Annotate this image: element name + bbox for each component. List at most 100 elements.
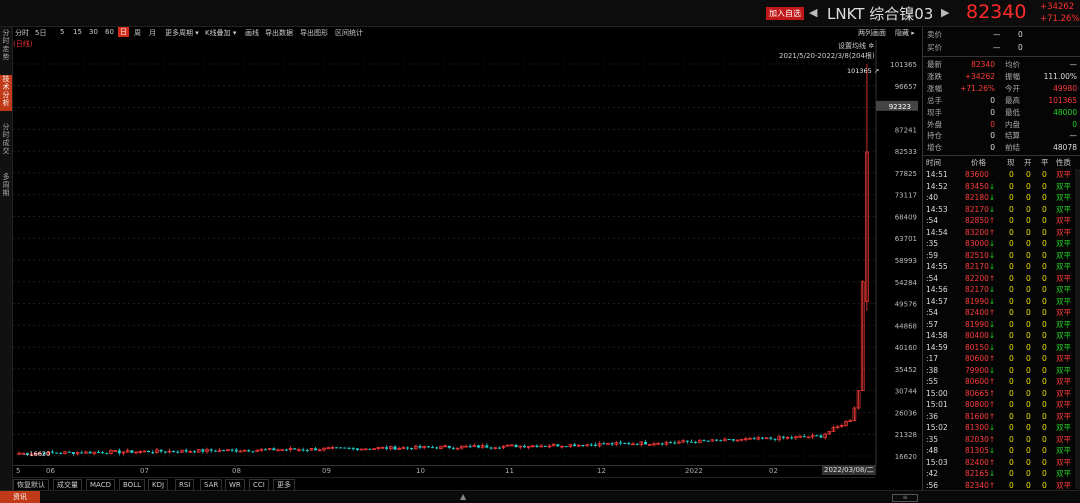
candle[interactable] [101,452,105,454]
candle[interactable] [163,451,167,453]
period-15min[interactable]: 15 [73,28,82,36]
candle[interactable] [201,449,205,452]
candle[interactable] [644,441,648,445]
candle[interactable] [343,447,347,449]
candle[interactable] [447,445,451,448]
candle[interactable] [213,450,217,452]
next-symbol-icon[interactable]: ▶ [941,6,949,19]
kline-chart-area[interactable]: 1013659665791949872418253377825731176840… [13,40,921,480]
candle[interactable] [209,449,213,451]
candle[interactable] [669,442,673,444]
candle[interactable] [251,451,255,453]
two-column-button[interactable]: 两列画面 [858,28,886,38]
candle[interactable] [151,452,155,454]
candle[interactable] [130,450,134,453]
period-5min[interactable]: 5 [60,28,64,36]
candle[interactable] [819,435,823,438]
candle[interactable] [627,443,631,445]
candle[interactable] [51,451,54,453]
candle[interactable] [426,446,430,448]
candle[interactable] [451,447,455,449]
candle[interactable] [431,447,435,449]
ticks-scrollbar[interactable] [1075,169,1080,489]
candle[interactable] [581,445,585,447]
kline-overlay-menu[interactable]: K线叠加 ▾ [205,28,236,38]
more-periods-menu[interactable]: 更多周期 ▾ [165,28,199,38]
candle[interactable] [406,447,409,449]
candle[interactable] [67,451,71,453]
candle[interactable] [489,447,493,449]
candle[interactable] [71,452,75,454]
candle[interactable] [497,447,501,449]
candle[interactable] [147,450,151,453]
candle[interactable] [510,444,514,447]
candle[interactable] [673,442,677,444]
tab-multi-period[interactable]: 多周期 [0,173,12,203]
candle[interactable] [284,449,288,451]
candle[interactable] [706,440,710,442]
candle[interactable] [305,450,309,452]
hide-button[interactable]: 隐藏 ▸ [895,28,915,38]
period-month[interactable]: 月 [149,28,156,38]
add-watchlist-button[interactable]: 加入自选 [766,7,804,20]
chart-scroll-thumb[interactable]: ≡ [892,494,918,502]
candle[interactable] [222,450,226,452]
candle[interactable] [685,440,689,442]
candle[interactable] [355,448,359,451]
candle[interactable] [602,443,606,445]
candle[interactable] [781,436,785,438]
candle[interactable] [347,447,351,449]
candle[interactable] [702,440,706,442]
candle[interactable] [752,438,756,440]
candle[interactable] [815,435,819,437]
candle[interactable] [623,443,627,445]
candle[interactable] [556,444,560,447]
candle[interactable] [55,452,59,454]
candle[interactable] [393,446,397,450]
candle[interactable] [477,445,480,448]
tab-news[interactable]: 资讯 [0,491,40,503]
candle[interactable] [105,453,109,455]
candle[interactable] [719,440,723,442]
candle[interactable] [660,443,664,445]
candle[interactable] [589,444,593,446]
candle[interactable] [264,449,267,451]
candle[interactable] [543,445,547,447]
candle[interactable] [468,446,472,448]
range-stats-button[interactable]: 区间统计 [335,28,363,38]
candle[interactable] [234,449,238,452]
candle[interactable] [301,449,305,451]
candle[interactable] [727,439,731,441]
candle[interactable] [619,442,622,444]
candle[interactable] [272,448,276,451]
candle[interactable] [773,438,777,440]
candle[interactable] [690,441,693,443]
candle[interactable] [418,446,422,448]
candle[interactable] [88,451,92,454]
candle[interactable] [335,447,338,449]
period-week[interactable]: 周 [134,28,141,38]
period-5day[interactable]: 5日 [35,28,46,38]
candle[interactable] [59,453,63,455]
candle[interactable] [731,439,735,441]
period-intraday[interactable]: 分时 [15,28,29,38]
candle[interactable] [802,436,806,438]
candle[interactable] [96,452,100,454]
candle[interactable] [694,441,698,443]
candle[interactable] [247,450,251,452]
candle[interactable] [159,449,163,452]
candle[interactable] [593,444,597,446]
candle[interactable] [385,447,389,449]
candle[interactable] [351,448,355,450]
candle[interactable] [514,444,518,448]
period-day[interactable]: 日 [118,27,129,37]
prev-symbol-icon[interactable]: ◀ [809,6,817,19]
candle[interactable] [464,445,468,448]
expand-up-icon[interactable]: ▲ [460,492,466,501]
draw-line-button[interactable]: 画线 [245,28,259,38]
candle[interactable] [193,451,196,453]
candle[interactable] [769,437,773,439]
kline-chart[interactable]: 1013659665791949872418253377825731176840… [13,40,921,468]
candle[interactable] [564,446,568,448]
candle[interactable] [230,449,234,451]
